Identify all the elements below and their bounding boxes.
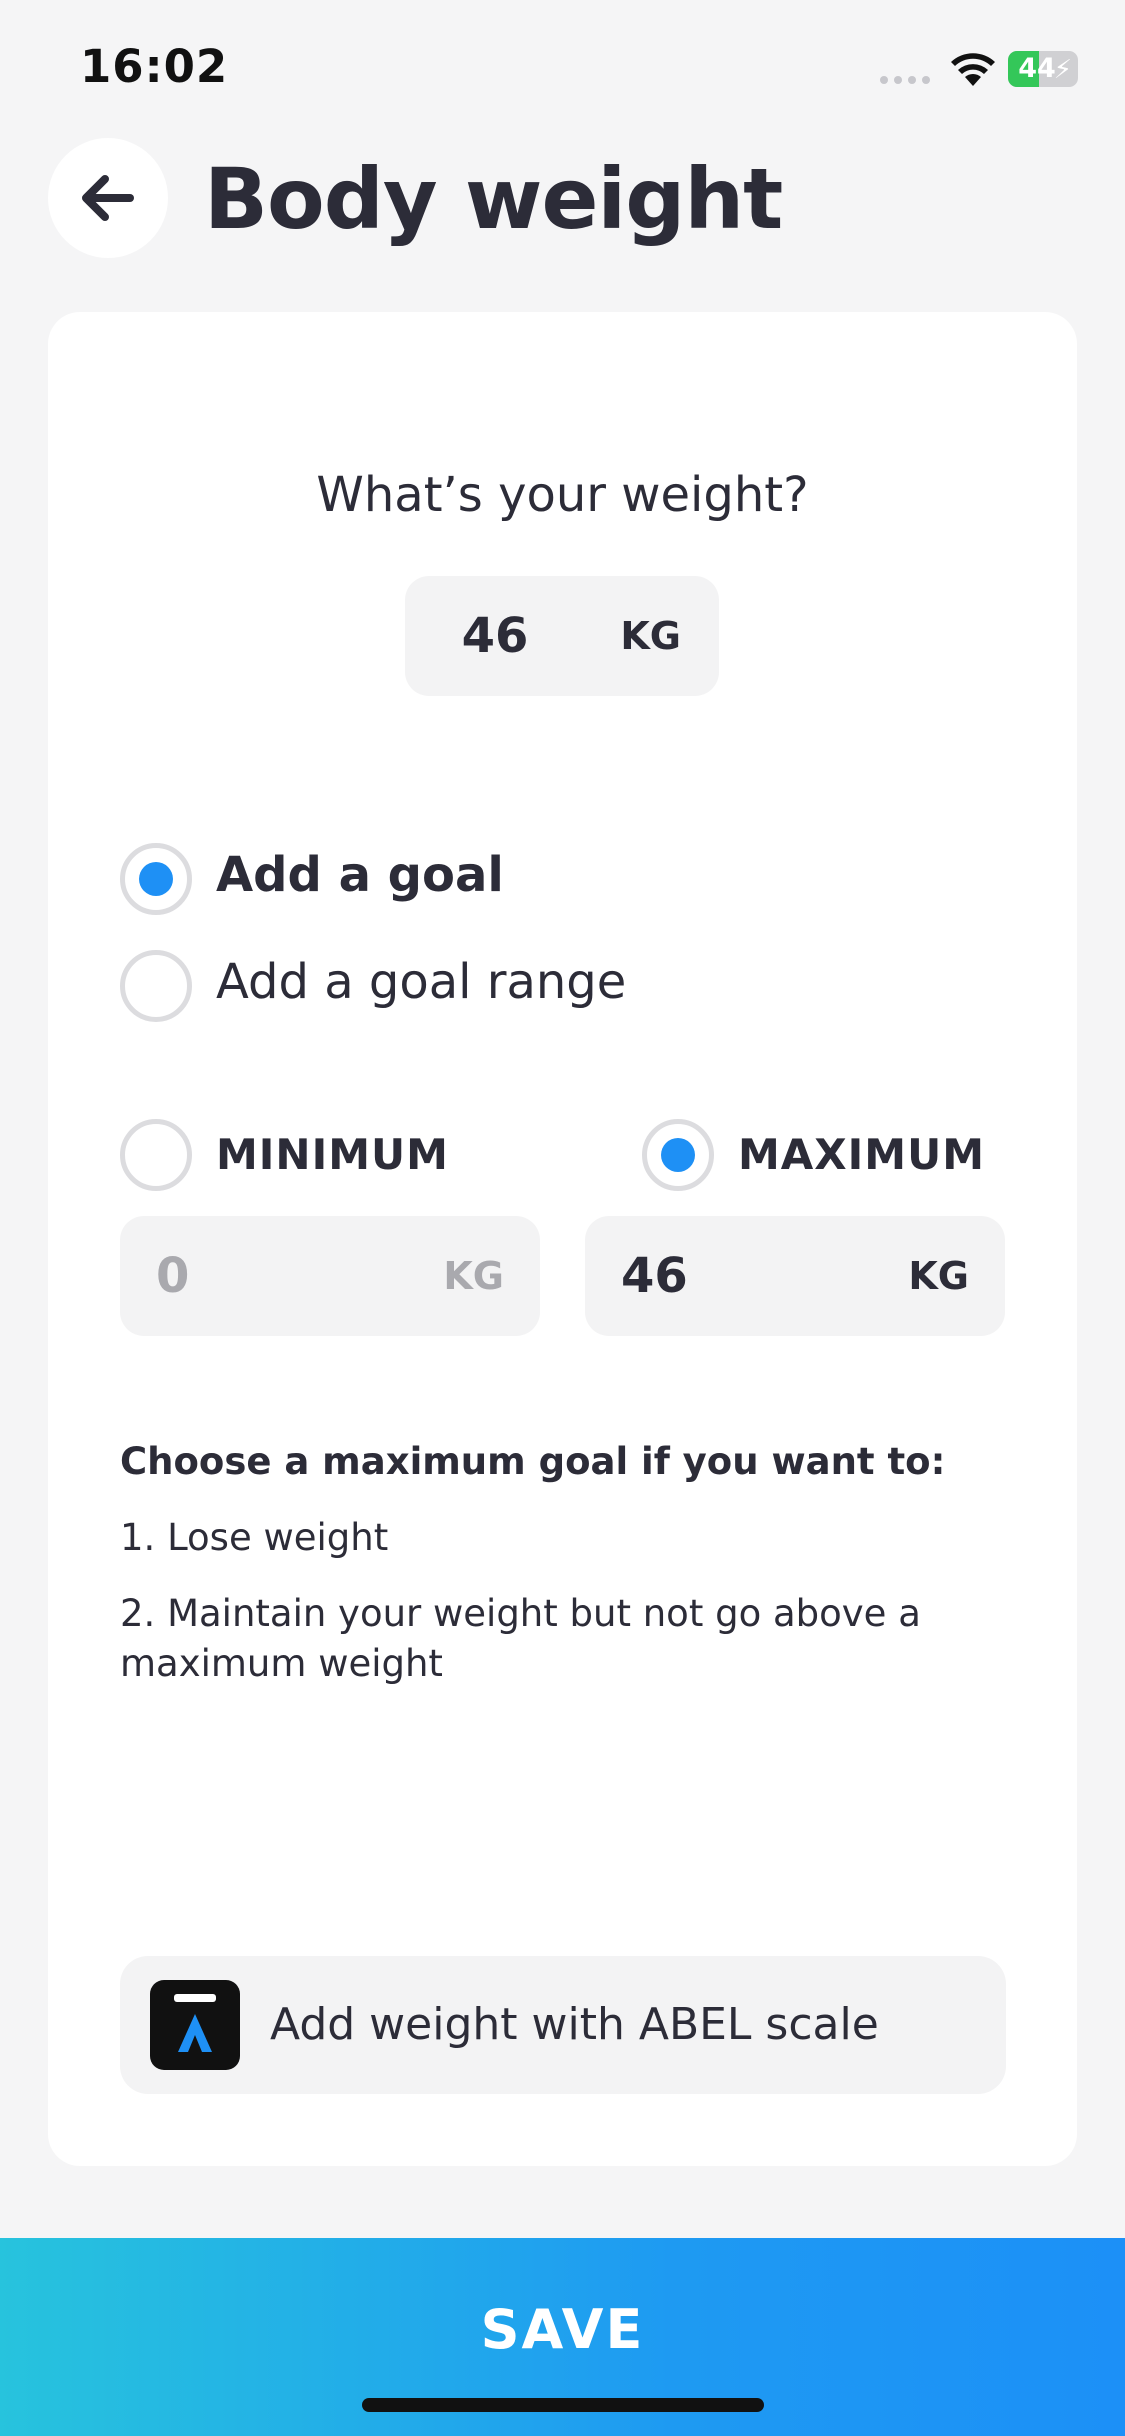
add-goal-range-radio[interactable] bbox=[120, 950, 192, 1022]
weight-card: What’s your weight? 46 KG Add a goal Add… bbox=[48, 312, 1077, 2166]
maximum-goal-unit: KG bbox=[908, 1254, 969, 1298]
charging-bolt-icon: ⚡ bbox=[1053, 55, 1072, 85]
wifi-icon bbox=[951, 53, 995, 86]
abel-scale-button[interactable]: Add weight with ABEL scale bbox=[120, 1956, 1006, 2094]
abel-scale-label: Add weight with ABEL scale bbox=[270, 1999, 879, 2050]
minimum-radio[interactable] bbox=[120, 1119, 192, 1191]
maximum-goal-input[interactable]: 46 KG bbox=[585, 1216, 1005, 1336]
weight-unit: KG bbox=[620, 614, 681, 658]
screen: 16:02 44 ⚡ Body weight What’s your weigh… bbox=[0, 0, 1125, 2436]
minimum-goal-input[interactable]: 0 KG bbox=[120, 1216, 540, 1336]
arrow-left-icon bbox=[82, 175, 134, 221]
goal-info-line: 1. Lose weight bbox=[120, 1516, 389, 1559]
cellular-signal-icon bbox=[880, 76, 930, 84]
page-title: Body weight bbox=[204, 150, 783, 248]
goal-info-line: 2. Maintain your weight but not go above… bbox=[120, 1592, 921, 1685]
minimum-label[interactable]: MINIMUM bbox=[216, 1130, 449, 1179]
add-goal-radio[interactable] bbox=[120, 843, 192, 915]
home-indicator bbox=[362, 2398, 764, 2412]
status-time: 16:02 bbox=[80, 40, 229, 93]
add-goal-range-label[interactable]: Add a goal range bbox=[216, 954, 626, 1010]
weight-question: What’s your weight? bbox=[316, 467, 809, 523]
goal-info-title: Choose a maximum goal if you want to: bbox=[120, 1440, 946, 1483]
status-bar: 16:02 44 ⚡ bbox=[0, 0, 1125, 130]
add-goal-label[interactable]: Add a goal bbox=[216, 847, 504, 903]
battery-icon: 44 ⚡ bbox=[1008, 51, 1078, 87]
weight-input[interactable]: 46 KG bbox=[405, 576, 719, 696]
weight-value: 46 bbox=[461, 608, 529, 664]
save-label: SAVE bbox=[480, 2298, 645, 2361]
abel-logo-icon bbox=[150, 1980, 240, 2070]
minimum-goal-value: 0 bbox=[156, 1248, 190, 1304]
minimum-goal-unit: KG bbox=[443, 1254, 504, 1298]
maximum-radio[interactable] bbox=[642, 1119, 714, 1191]
maximum-goal-value: 46 bbox=[621, 1248, 688, 1304]
back-button[interactable] bbox=[48, 138, 168, 258]
maximum-label[interactable]: MAXIMUM bbox=[738, 1130, 985, 1179]
